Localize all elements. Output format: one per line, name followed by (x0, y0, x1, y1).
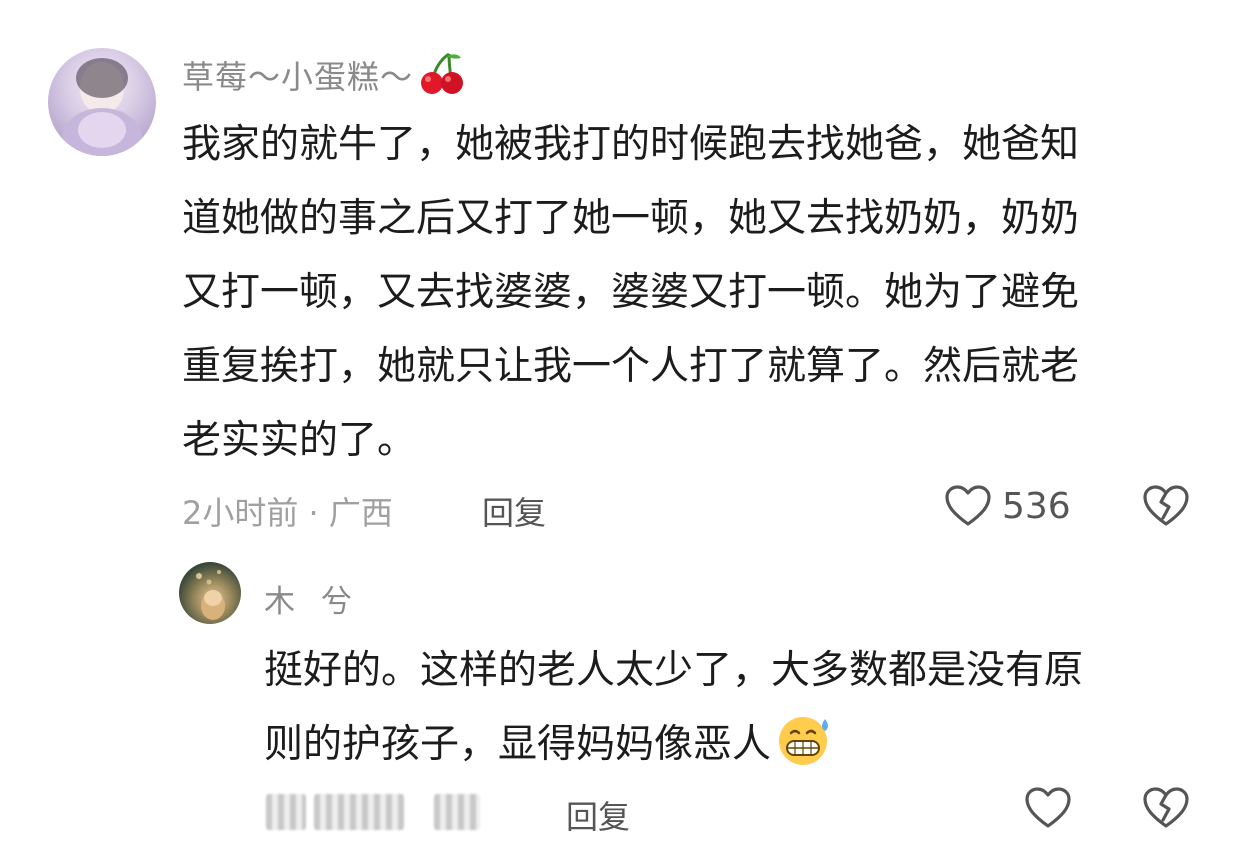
reply-username[interactable]: 木 兮 (264, 576, 360, 621)
blurred-block (266, 794, 306, 830)
comment-body: 我家的就牛了，她被我打的时候跑去找她爸，她爸知 道她做的事之后又打了她一顿，她又… (182, 108, 1079, 478)
comment-line: 道她做的事之后又打了她一顿，她又去找奶奶，奶奶 (182, 196, 1080, 241)
dislike-button[interactable] (1142, 484, 1190, 532)
reply-avatar[interactable] (179, 562, 241, 624)
dislike-button[interactable] (1142, 786, 1190, 834)
broken-heart-icon (1143, 485, 1189, 526)
cherry-icon (419, 50, 465, 104)
blurred-block (434, 794, 480, 830)
reply-line-with-emoji: 则的护孩子，显得妈妈像恶人 (264, 708, 1083, 792)
grinning-sweat-emoji-icon (775, 713, 835, 792)
comment-line: 我家的就牛了，她被我打的时候跑去找她爸，她爸知 (182, 122, 1080, 167)
avatar[interactable] (48, 48, 156, 156)
comment-line: 老实实的了。 (182, 418, 417, 463)
reply-button[interactable]: 回复 (566, 792, 630, 838)
heart-icon (1025, 787, 1071, 828)
like-button[interactable]: 536 (944, 484, 1071, 528)
reply-line: 挺好的。这样的老人太少了，大多数都是没有原 (264, 648, 1084, 693)
reply-line: 则的护孩子，显得妈妈像恶人 (264, 722, 772, 767)
reply-button[interactable]: 回复 (482, 488, 546, 534)
comment-line: 又打一顿，又去找婆婆，婆婆又打一顿。她为了避免 (182, 270, 1080, 315)
blurred-block (314, 794, 404, 830)
blurred-meta (266, 794, 512, 830)
reply-avatar-image (196, 570, 225, 620)
like-button[interactable] (1024, 786, 1072, 830)
reply-body: 挺好的。这样的老人太少了，大多数都是没有原 则的护孩子，显得妈妈像恶人 (264, 634, 1083, 792)
heart-icon (945, 485, 991, 526)
comment-meta: 2小时前 · 广西 (182, 494, 393, 532)
username-text: 草莓～小蛋糕～ (182, 58, 414, 96)
comment-line: 重复挨打，她就只让我一个人打了就算了。然后就老 (182, 344, 1080, 389)
broken-heart-icon (1143, 787, 1189, 828)
like-count: 536 (1002, 485, 1071, 527)
avatar-image (62, 58, 142, 156)
username[interactable]: 草莓～小蛋糕～ (182, 50, 465, 104)
